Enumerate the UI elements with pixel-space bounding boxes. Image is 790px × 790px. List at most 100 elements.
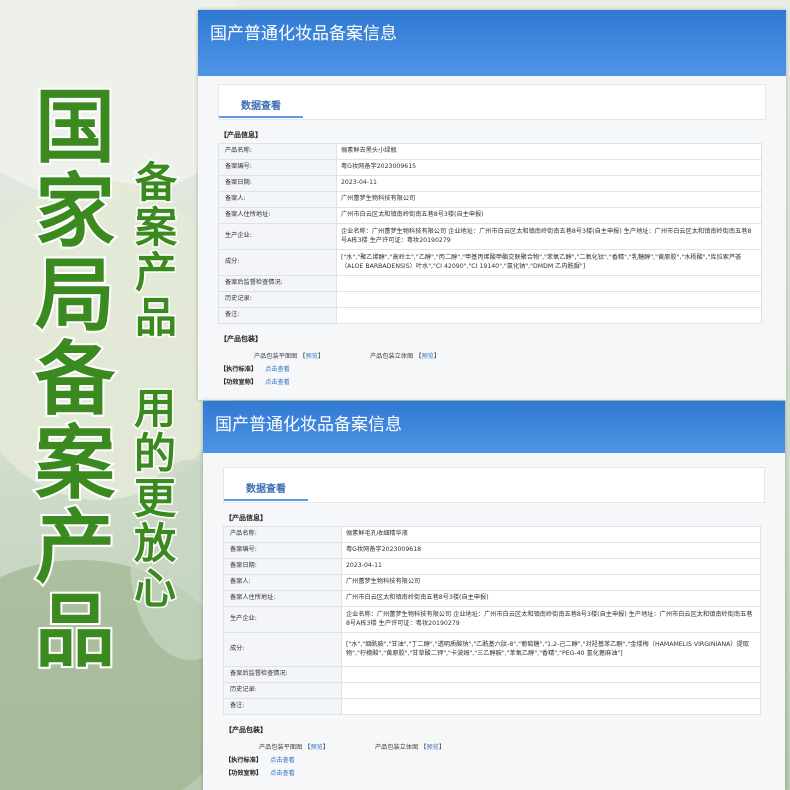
field-label: 备案人住所地址:	[223, 590, 342, 607]
field-label: 备注:	[218, 307, 337, 324]
package-solid-preview-link[interactable]: 预览	[421, 353, 433, 360]
exec-standard-link[interactable]: 点击查看	[270, 757, 295, 764]
table-row: 生产企业: 企业名称：广州蕾梦生物科技有限公司 企业地址：广州市白云区太和镇南岭街…	[218, 223, 762, 250]
field-value: 广州蕾梦生物科技有限公司	[341, 574, 761, 591]
tab-bar: 数据查看	[223, 467, 765, 503]
side-title-char: 案	[33, 417, 117, 510]
field-value: ["水","聚乙烯醇","高岭土","乙醇","丙二醇","甲基丙烯酸甲酯交联聚…	[336, 249, 762, 276]
side-subtitle-col1: 备 案 产 品	[133, 159, 178, 342]
side-subtitle-char: 用	[132, 384, 177, 433]
table-row: 备案后监督检查情况:	[218, 275, 762, 292]
table-row: 历史记录:	[223, 682, 761, 699]
field-value: 企业名称：广州蕾梦生物科技有限公司 企业地址：广州市白云区太和镇南岭街南五巷8号…	[336, 223, 762, 250]
page-title: 国产普通化妆品备案信息	[215, 415, 402, 435]
table-row: 备案人: 广州蕾梦生物科技有限公司	[223, 574, 761, 591]
field-value	[336, 307, 762, 324]
efficacy-claim-label: 【功效宣称】	[220, 379, 258, 386]
package-solid-preview-link[interactable]: 预览	[426, 744, 438, 751]
table-row: 成分: ["水","聚乙烯醇","高岭土","乙醇","丙二醇","甲基丙烯酸甲酯…	[218, 249, 762, 276]
field-label: 历史记录:	[218, 291, 337, 308]
field-label: 成分:	[223, 632, 342, 667]
field-label: 历史记录:	[223, 682, 342, 699]
table-row: 成分: ["水","烟酰胺","甘油","丁二醇","透明质酸钠","乙酰基六肽-…	[223, 632, 761, 667]
table-row: 备案编号: 粤G妆网备字2023009618	[223, 542, 761, 559]
efficacy-claim-link[interactable]: 点击查看	[265, 379, 290, 386]
side-subtitle-col2: 用 的 更 放 心	[132, 384, 177, 613]
table-row: 备案编号: 粤G妆网备字2023009615	[218, 159, 762, 176]
field-value: 俪素鲜去黑头小绿瓶	[336, 143, 762, 160]
side-subtitle-char: 心	[132, 564, 177, 613]
side-subtitle-char: 更	[132, 474, 177, 523]
table-row: 产品名称: 俪素鲜去黑头小绿瓶	[218, 143, 762, 160]
field-value: ["水","烟酰胺","甘油","丁二醇","透明质酸钠","乙酰基六肽-8",…	[341, 632, 761, 667]
field-label: 产品名称:	[218, 143, 337, 160]
field-label: 备案编号:	[223, 542, 342, 559]
exec-standard-row: 【执行标准】 点击查看	[225, 755, 765, 764]
table-row: 备案人住所地址: 广州市白云区太和镇南岭街南五巷8号3楼(自主申报)	[218, 207, 762, 224]
tab-active-indicator	[219, 116, 303, 118]
field-label: 备案后监督检查情况:	[223, 666, 342, 683]
field-value: 广州市白云区太和镇南岭街南五巷8号3楼(自主申报)	[341, 590, 761, 607]
table-row: 历史记录:	[218, 291, 762, 308]
package-flat-label: 产品包装平面图	[254, 353, 298, 360]
table-row: 备案人住所地址: 广州市白云区太和镇南岭街南五巷8号3楼(自主申报)	[223, 590, 761, 607]
table-row: 备案日期: 2023-04-11	[218, 175, 762, 192]
efficacy-claim-row: 【功效宣称】 点击查看	[220, 377, 766, 386]
section-product-package: 【产品包装】	[220, 335, 262, 343]
side-title-char: 产	[33, 501, 117, 594]
side-subtitle-char: 品	[133, 293, 178, 342]
field-value: 粤G妆网备字2023009615	[336, 159, 762, 176]
field-value	[336, 275, 762, 292]
tab-data-view[interactable]: 数据查看	[246, 480, 286, 501]
side-subtitle-char: 的	[132, 429, 177, 478]
page-body: 数据查看 【产品信息】 产品名称: 俪素鲜去黑头小绿瓶 备案编号: 粤G妆网备字20…	[198, 76, 786, 386]
side-subtitle-char: 案	[133, 203, 178, 252]
efficacy-claim-link[interactable]: 点击查看	[270, 770, 295, 777]
section-product-info: 【产品信息】	[225, 514, 267, 522]
side-subtitle-char: 产	[133, 248, 178, 297]
side-title: 国 家 局 备 案 产 品	[30, 81, 120, 678]
field-value	[341, 682, 761, 699]
package-solid-label: 产品包装立体图	[374, 744, 419, 751]
page-header: 国产普通化妆品备案信息	[198, 10, 786, 76]
page-header: 国产普通化妆品备案信息	[203, 401, 785, 453]
side-subtitle-char: 放	[132, 519, 177, 568]
field-label: 生产企业:	[218, 223, 337, 250]
field-label: 备案人住所地址:	[218, 207, 337, 224]
page-body: 数据查看 【产品信息】 产品名称: 俪素鲜毛孔收细精华液 备案编号: 粤G妆网备字2…	[203, 453, 785, 777]
table-row: 备案日期: 2023-04-11	[223, 558, 761, 575]
field-label: 备注:	[223, 698, 342, 715]
field-label: 成分:	[218, 249, 337, 276]
field-value: 企业名称：广州蕾梦生物科技有限公司 企业地址：广州市白云区太和镇南岭街南五巷8号…	[341, 606, 761, 633]
tab-bar: 数据查看	[218, 84, 766, 120]
field-value: 粤G妆网备字2023009618	[341, 542, 761, 559]
field-value: 广州蕾梦生物科技有限公司	[336, 191, 762, 208]
product-info-table: 产品名称: 俪素鲜毛孔收细精华液 备案编号: 粤G妆网备字2023009618 备案…	[223, 526, 761, 715]
side-title-char: 家	[33, 165, 117, 258]
table-row: 备注:	[223, 698, 761, 715]
exec-standard-label: 【执行标准】	[220, 366, 258, 373]
field-value: 2023-04-11	[336, 175, 762, 192]
exec-standard-link[interactable]: 点击查看	[265, 366, 290, 373]
side-title-char: 国	[33, 81, 117, 174]
package-flat-preview-link[interactable]: 预览	[305, 353, 317, 360]
field-label: 生产企业:	[223, 606, 342, 633]
field-value	[336, 291, 762, 308]
field-label: 备案日期:	[223, 558, 342, 575]
table-row: 生产企业: 企业名称：广州蕾梦生物科技有限公司 企业地址：广州市白云区太和镇南岭街…	[223, 606, 761, 633]
exec-standard-label: 【执行标准】	[225, 757, 263, 764]
field-value: 俪素鲜毛孔收细精华液	[341, 526, 761, 543]
side-title-char: 局	[33, 249, 117, 342]
record-screenshot-1: 国产普通化妆品备案信息 数据查看 【产品信息】 产品名称: 俪素鲜去黑头小绿瓶 备…	[198, 10, 786, 400]
field-value: 广州市白云区太和镇南岭街南五巷8号3楼(自主申报)	[336, 207, 762, 224]
field-label: 备案后监督检查情况:	[218, 275, 337, 292]
side-title-char: 品	[33, 585, 117, 678]
exec-standard-row: 【执行标准】 点击查看	[220, 364, 766, 373]
field-label: 备案日期:	[218, 175, 337, 192]
package-flat-preview-link[interactable]: 预览	[310, 744, 322, 751]
field-value	[341, 698, 761, 715]
tab-data-view[interactable]: 数据查看	[241, 97, 281, 118]
tab-active-indicator	[224, 499, 308, 501]
field-value: 2023-04-11	[341, 558, 761, 575]
page-title: 国产普通化妆品备案信息	[210, 24, 397, 44]
